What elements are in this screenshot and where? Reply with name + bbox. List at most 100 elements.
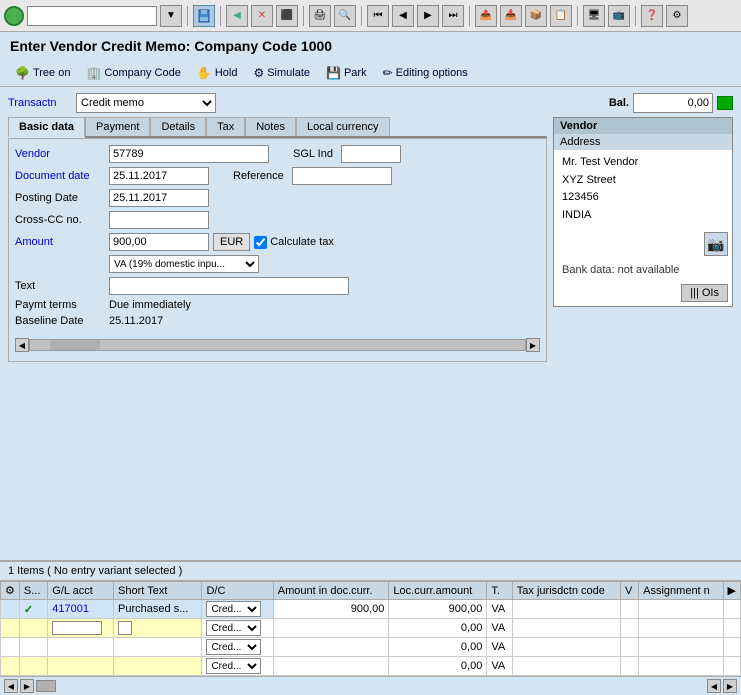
row1-dc-select[interactable]: Cred... [206, 601, 261, 617]
row4-dc-select[interactable]: Cred... [206, 658, 261, 674]
posting-date-input[interactable] [109, 189, 209, 207]
row4-loc-amount[interactable]: 0,00 [389, 657, 487, 676]
tab-notes[interactable]: Notes [245, 117, 296, 136]
row4-gl-acct[interactable] [48, 657, 114, 676]
table-scroll-end-left[interactable]: ◀ [707, 679, 721, 693]
menu-hold[interactable]: ✋ Hold [190, 63, 245, 83]
row4-tax-jur[interactable] [512, 657, 620, 676]
menu-tree-on[interactable]: 🌳 Tree on [8, 63, 77, 83]
first-btn[interactable]: ⏮ [367, 5, 389, 27]
upload2-btn[interactable]: 📥 [500, 5, 522, 27]
col-header-scroll[interactable]: ▶ [723, 582, 740, 600]
amount-input[interactable] [109, 233, 209, 251]
row3-dc[interactable]: Cred... [202, 638, 273, 657]
table-scroll-right-btn[interactable]: ▶ [20, 679, 34, 693]
baseline-date-row: Baseline Date 25.11.2017 [15, 315, 540, 327]
settings-btn[interactable]: ⚙ [666, 5, 688, 27]
vendor-photo-btn[interactable]: 📷 [704, 232, 728, 256]
row1-loc-amount[interactable]: 900,00 [389, 600, 487, 619]
col-header-amount: Amount in doc.curr. [273, 582, 389, 600]
scroll-thumb[interactable] [36, 680, 56, 692]
currency-btn[interactable]: EUR [213, 233, 250, 251]
menu-editing-options[interactable]: ✏ Editing options [376, 63, 475, 83]
upload3-btn[interactable]: 📦 [525, 5, 547, 27]
row2-gl-acct[interactable] [48, 619, 114, 638]
row3-loc-amount[interactable]: 0,00 [389, 638, 487, 657]
separator-2 [220, 6, 221, 26]
tab-details[interactable]: Details [150, 117, 206, 136]
row1-amount[interactable]: 900,00 [273, 600, 389, 619]
dropdown-btn[interactable]: ▼ [160, 5, 182, 27]
row3-tax-jur[interactable] [512, 638, 620, 657]
row3-dc-select[interactable]: Cred... [206, 639, 261, 655]
tab-tax[interactable]: Tax [206, 117, 245, 136]
row4-dc[interactable]: Cred... [202, 657, 273, 676]
print-btn[interactable]: 🖨 [309, 5, 331, 27]
row4-assignment[interactable] [639, 657, 723, 676]
save-btn[interactable] [193, 5, 215, 27]
row1-dc[interactable]: Cred... [202, 600, 273, 619]
table-scroll-end-right[interactable]: ▶ [723, 679, 737, 693]
screen2-btn[interactable]: 📺 [608, 5, 630, 27]
tab-local-currency[interactable]: Local currency [296, 117, 390, 136]
row3-assignment[interactable] [639, 638, 723, 657]
reference-input[interactable] [292, 167, 392, 185]
row3-short-text[interactable] [114, 638, 202, 657]
cross-cc-input[interactable] [109, 211, 209, 229]
bal-input[interactable] [633, 93, 713, 113]
row4-t: VA [487, 657, 512, 676]
sgl-ind-input[interactable] [341, 145, 401, 163]
tab-basic-data[interactable]: Basic data [8, 117, 85, 138]
document-date-input[interactable] [109, 167, 209, 185]
scroll-track[interactable] [29, 339, 526, 351]
last-btn[interactable]: ⏭ [442, 5, 464, 27]
row2-tax-jur[interactable] [512, 619, 620, 638]
upload-btn[interactable]: 📤 [475, 5, 497, 27]
next-btn[interactable]: ▶ [417, 5, 439, 27]
ois-btn[interactable]: ||| OIs [681, 284, 728, 302]
posting-date-label: Posting Date [15, 192, 105, 204]
scroll-left-btn[interactable]: ◀ [15, 338, 29, 352]
row2-dc[interactable]: Cred... [202, 619, 273, 638]
hold-icon: ✋ [197, 66, 212, 80]
row2-dc-select[interactable]: Cred... [206, 620, 261, 636]
row4-short-text[interactable] [114, 657, 202, 676]
table-scroll-left-btn[interactable]: ◀ [4, 679, 18, 693]
transactn-select[interactable]: Credit memo [76, 93, 216, 113]
row3-amount[interactable] [273, 638, 389, 657]
menu-company-code[interactable]: 🏢 Company Code [79, 63, 187, 83]
tab-payment[interactable]: Payment [85, 117, 150, 136]
cross-cc-label: Cross-CC no. [15, 214, 105, 226]
command-input[interactable] [27, 6, 157, 26]
table-row: Cred... 0,00 VA [1, 638, 741, 657]
menu-simulate[interactable]: ⚙ Simulate [246, 63, 317, 83]
row2-gl-input[interactable] [52, 621, 102, 635]
row2-amount[interactable] [273, 619, 389, 638]
menu-park[interactable]: 💾 Park [319, 63, 374, 83]
text-input[interactable] [109, 277, 349, 295]
row1-assignment[interactable] [639, 600, 723, 619]
calculate-tax-checkbox[interactable] [254, 236, 267, 249]
back-btn[interactable]: ◀ [226, 5, 248, 27]
row2-short-text[interactable] [114, 619, 202, 638]
row1-gl-acct[interactable]: 417001 [48, 600, 114, 619]
row3-gl-acct[interactable] [48, 638, 114, 657]
help-btn[interactable]: ❓ [641, 5, 663, 27]
screen-btn[interactable]: 🖥 [583, 5, 605, 27]
fwd-btn[interactable]: ✕ [251, 5, 273, 27]
row4-extra [723, 657, 740, 676]
upload4-btn[interactable]: 📋 [550, 5, 572, 27]
tax-code-select[interactable]: VA (19% domestic inpu... [109, 255, 259, 273]
find-btn[interactable]: 🔍 [334, 5, 356, 27]
row2-loc-amount[interactable]: 0,00 [389, 619, 487, 638]
row2-text-input[interactable] [118, 621, 132, 635]
row1-tax-jur[interactable] [512, 600, 620, 619]
row4-status [19, 657, 47, 676]
cancel-btn[interactable]: ⬛ [276, 5, 298, 27]
row2-assignment[interactable] [639, 619, 723, 638]
vendor-input[interactable] [109, 145, 269, 163]
row1-short-text[interactable]: Purchased s... [114, 600, 202, 619]
scroll-right-btn[interactable]: ▶ [526, 338, 540, 352]
prev-btn[interactable]: ◀ [392, 5, 414, 27]
row4-amount[interactable] [273, 657, 389, 676]
